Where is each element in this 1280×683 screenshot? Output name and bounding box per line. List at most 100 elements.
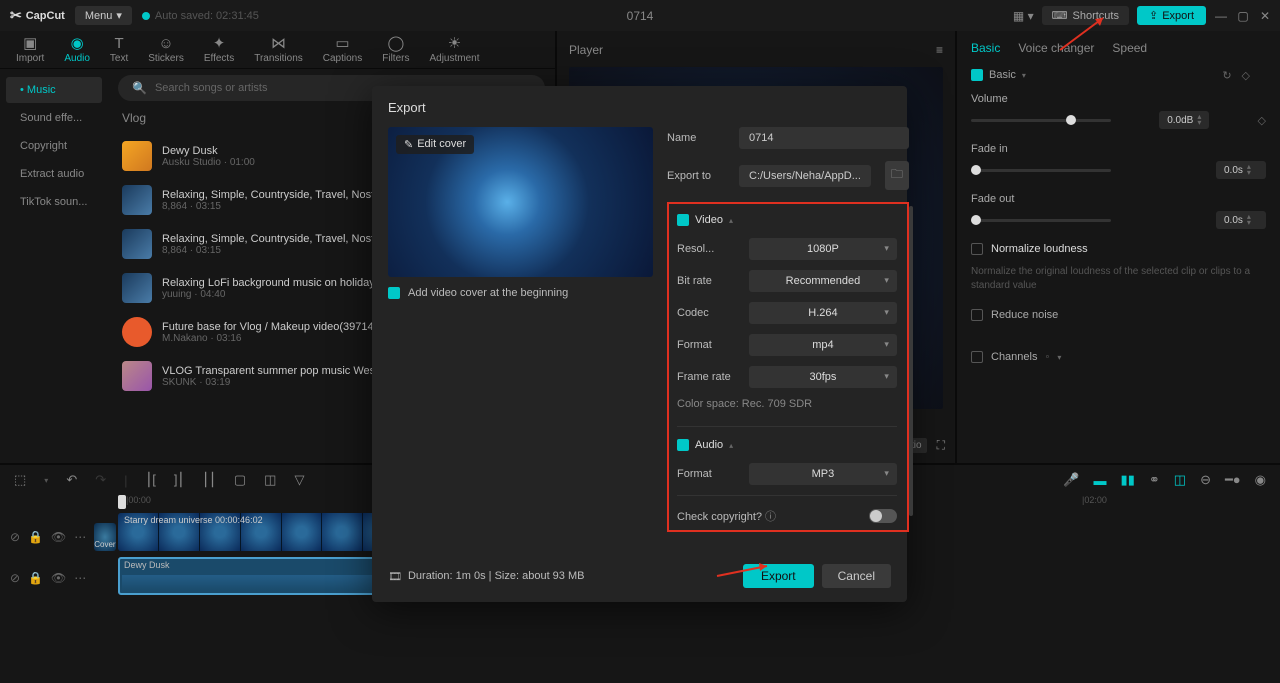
- name-input[interactable]: 0714: [739, 127, 909, 149]
- keyframe-icon[interactable]: ◇: [1242, 69, 1250, 82]
- tab-text[interactable]: TText: [100, 31, 138, 68]
- copyright-toggle[interactable]: [869, 509, 897, 523]
- lock-icon[interactable]: 🔒: [28, 571, 43, 585]
- reduce-noise-checkbox[interactable]: [971, 309, 983, 321]
- mute-icon[interactable]: ⊘: [10, 571, 20, 585]
- framerate-select[interactable]: 30fps▾: [749, 366, 897, 388]
- bitrate-select[interactable]: Recommended▾: [749, 270, 897, 292]
- split-icon[interactable]: ⎮[: [146, 472, 156, 488]
- fullscreen-icon[interactable]: ⛶: [937, 438, 945, 453]
- marker-icon[interactable]: ▽: [294, 472, 304, 488]
- folder-icon[interactable]: 🗀: [885, 161, 909, 190]
- redo-icon[interactable]: ↷: [95, 472, 106, 488]
- split-left-icon[interactable]: ]⎮: [174, 472, 184, 488]
- clip-label: Dewy Dusk: [124, 560, 170, 570]
- sidebar-tiktok-sounds[interactable]: TikTok soun...: [6, 189, 102, 215]
- tab-adjustment[interactable]: ☀Adjustment: [419, 31, 489, 68]
- tab-audio[interactable]: ◉Audio: [54, 31, 100, 68]
- more-icon[interactable]: ⋯: [74, 571, 86, 585]
- more-icon[interactable]: ⋯: [74, 530, 86, 544]
- zoom-fit-icon[interactable]: ◉: [1255, 472, 1266, 488]
- edit-cover-button[interactable]: ✎Edit cover: [396, 135, 474, 154]
- tab-import[interactable]: ▣Import: [6, 31, 54, 68]
- minimize-button[interactable]: —: [1214, 9, 1228, 23]
- volume-value[interactable]: 0.0dB▴▾: [1159, 111, 1209, 129]
- split-right-icon[interactable]: ⎮⎮: [202, 472, 216, 488]
- rtab-voice[interactable]: Voice changer: [1018, 41, 1094, 55]
- fadeout-slider[interactable]: [971, 219, 1111, 222]
- reduce-noise-label: Reduce noise: [991, 309, 1058, 321]
- framerate-label: Frame rate: [677, 371, 739, 383]
- lock-icon[interactable]: 🔒: [28, 530, 43, 544]
- export-top-button[interactable]: ⇪Export: [1137, 6, 1206, 25]
- colorspace-text: Color space: Rec. 709 SDR: [677, 398, 897, 410]
- channels-checkbox[interactable]: [971, 351, 983, 363]
- sidebar-sound-effects[interactable]: Sound effe...: [6, 105, 102, 131]
- tab-captions[interactable]: ▭Captions: [313, 31, 372, 68]
- playhead[interactable]: [118, 495, 126, 509]
- info-icon[interactable]: ◦: [1045, 351, 1049, 363]
- tab-transitions[interactable]: ⋈Transitions: [244, 31, 313, 68]
- maximize-button[interactable]: ▢: [1236, 9, 1250, 23]
- delete-icon[interactable]: ▢: [234, 472, 246, 488]
- visible-icon[interactable]: 👁: [51, 571, 66, 585]
- film-icon: 🎞: [388, 570, 402, 583]
- audio-icon: ◉: [71, 36, 84, 51]
- chevron-down-icon: ▾: [884, 275, 889, 286]
- video-checkbox[interactable]: [677, 214, 689, 226]
- scrollbar[interactable]: [909, 206, 913, 516]
- mute-icon[interactable]: ⊘: [10, 530, 20, 544]
- rtab-basic[interactable]: Basic: [971, 41, 1000, 55]
- crop-icon[interactable]: ◫: [264, 472, 276, 488]
- export-modal: Export ✎Edit cover Add video cover at th…: [372, 86, 907, 602]
- close-button[interactable]: ✕: [1258, 9, 1272, 23]
- fadeout-label: Fade out: [971, 193, 1014, 205]
- captions-icon: ▭: [335, 36, 349, 51]
- sidebar-music[interactable]: • Music: [6, 77, 102, 103]
- fadeout-value[interactable]: 0.0s▴▾: [1216, 211, 1266, 229]
- link-icon[interactable]: ⚭: [1149, 472, 1160, 488]
- export-settings-highlight: Video▴ Resol...1080P▾ Bit rateRecommende…: [667, 202, 909, 532]
- tl-icon-1[interactable]: ▬: [1094, 473, 1107, 488]
- normalize-checkbox[interactable]: [971, 243, 983, 255]
- fadein-slider[interactable]: [971, 169, 1111, 172]
- fadein-value[interactable]: 0.0s▴▾: [1216, 161, 1266, 179]
- tl-icon-3[interactable]: ◫: [1174, 472, 1186, 488]
- sidebar-copyright[interactable]: Copyright: [6, 133, 102, 159]
- export-path-input[interactable]: C:/Users/Neha/AppD...: [739, 165, 871, 187]
- cursor-tool-icon[interactable]: ⬚: [14, 472, 26, 488]
- add-cover-checkbox[interactable]: [388, 287, 400, 299]
- format-select[interactable]: mp4▾: [749, 334, 897, 356]
- info-icon[interactable]: ⓘ: [762, 511, 776, 523]
- codec-select[interactable]: H.264▾: [749, 302, 897, 324]
- audio-checkbox[interactable]: [677, 439, 689, 451]
- reset-icon[interactable]: ↻: [1222, 69, 1231, 82]
- ruler-mark: |02:00: [1082, 495, 1107, 505]
- tab-effects[interactable]: ✦Effects: [194, 31, 244, 68]
- undo-icon[interactable]: ↶: [66, 472, 77, 488]
- tab-filters[interactable]: ◯Filters: [372, 31, 419, 68]
- tl-icon-2[interactable]: ▮▮: [1121, 472, 1135, 488]
- basic-checkbox[interactable]: [971, 69, 983, 81]
- keyframe-icon[interactable]: ◇: [1258, 114, 1266, 127]
- menu-button[interactable]: Menu▾: [75, 6, 132, 25]
- name-label: Name: [667, 132, 729, 144]
- tab-stickers[interactable]: ☺Stickers: [138, 31, 194, 68]
- zoom-out-icon[interactable]: ⊖: [1200, 472, 1211, 488]
- audio-format-select[interactable]: MP3▾: [749, 463, 897, 485]
- layout-icon[interactable]: ▦ ▾: [1013, 9, 1034, 23]
- volume-slider[interactable]: [971, 119, 1111, 122]
- bitrate-label: Bit rate: [677, 275, 739, 287]
- resolution-select[interactable]: 1080P▾: [749, 238, 897, 260]
- rtab-speed[interactable]: Speed: [1112, 41, 1147, 55]
- modal-export-button[interactable]: Export: [743, 564, 814, 588]
- visible-icon[interactable]: 👁: [51, 530, 66, 544]
- sidebar-extract-audio[interactable]: Extract audio: [6, 161, 102, 187]
- modal-cancel-button[interactable]: Cancel: [822, 564, 891, 588]
- shortcuts-button[interactable]: ⌨Shortcuts: [1042, 6, 1129, 25]
- player-menu-icon[interactable]: ≡: [936, 43, 943, 57]
- cover-thumb[interactable]: Cover: [94, 523, 115, 551]
- mic-icon[interactable]: 🎤: [1063, 472, 1079, 488]
- track-thumb: [122, 229, 152, 259]
- zoom-slider[interactable]: ━●: [1225, 472, 1241, 488]
